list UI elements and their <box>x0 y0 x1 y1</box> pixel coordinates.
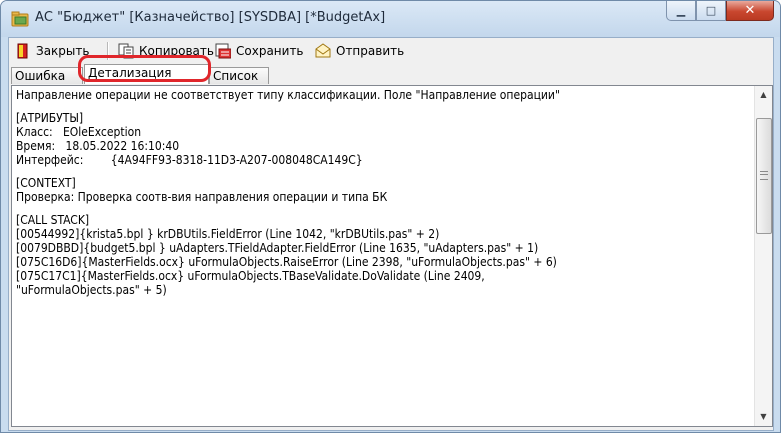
save-button[interactable]: Сохранить <box>215 42 304 60</box>
detail-line: [075C17C1]{MasterFields.ocx} uFormulaObj… <box>16 269 485 283</box>
detail-line: Проверка: Проверка соотв-вия направления… <box>16 190 388 204</box>
detail-line: Интерфейс: {4A94FF93-8318-11D3-A207-0080… <box>16 153 363 167</box>
detail-line: [075C16D6]{MasterFields.ocx} uFormulaObj… <box>16 255 557 269</box>
close-window-button[interactable]: ✕ <box>726 1 774 21</box>
scroll-down-arrow-icon[interactable]: ▼ <box>755 408 772 425</box>
details-panel: Направление операции не соответствует ти… <box>11 85 773 427</box>
minimize-button[interactable]: ▁ <box>666 1 696 21</box>
save-icon <box>215 43 231 59</box>
window-title: АС "Бюджет" [Казначейство] [SYSDBA] [*Bu… <box>35 10 386 25</box>
tab-highlight-annotation <box>78 55 211 82</box>
detail-line: [АТРИБУТЫ] <box>16 111 84 125</box>
detail-line: [CONTEXT] <box>16 176 76 190</box>
tab-error[interactable]: Ошибка <box>11 67 83 84</box>
scroll-up-arrow-icon[interactable]: ▲ <box>755 86 772 103</box>
title-bar[interactable]: АС "Бюджет" [Казначейство] [SYSDBA] [*Bu… <box>1 1 780 37</box>
detail-line: [CALL STACK] <box>16 213 90 227</box>
exit-door-icon <box>17 43 28 59</box>
close-button[interactable]: Закрыть <box>15 42 89 60</box>
thumb-grip-icon <box>760 171 768 180</box>
details-text[interactable]: Направление операции не соответствует ти… <box>16 88 746 424</box>
detail-line: Класс: EOleException <box>16 125 142 139</box>
app-folder-icon <box>11 11 29 27</box>
tab-list[interactable]: Список <box>209 67 269 84</box>
window-controls: ▁ □ ✕ <box>666 1 774 21</box>
detail-line: [00544992]{krista5.bpl } krDBUtils.Field… <box>16 227 440 241</box>
maximize-button[interactable]: □ <box>696 1 726 21</box>
mail-send-icon <box>315 43 331 58</box>
scrollbar-thumb[interactable] <box>756 118 772 234</box>
send-button-label: Отправить <box>336 44 405 58</box>
send-button[interactable]: Отправить <box>315 42 404 60</box>
save-button-label: Сохранить <box>236 44 304 58</box>
detail-line: "uFormulaObjects.pas" + 5) <box>16 283 167 297</box>
detail-line: [0079DBBD]{budget5.bpl } uAdapters.TFiel… <box>16 241 539 255</box>
vertical-scrollbar[interactable]: ▲ ▼ <box>754 86 772 426</box>
detail-line: Направление операции не соответствует ти… <box>16 88 560 102</box>
detail-line: Время: 18.05.2022 16:10:40 <box>16 139 180 153</box>
client-area: Закрыть Копировать Сохранить Отправить О… <box>8 37 774 431</box>
